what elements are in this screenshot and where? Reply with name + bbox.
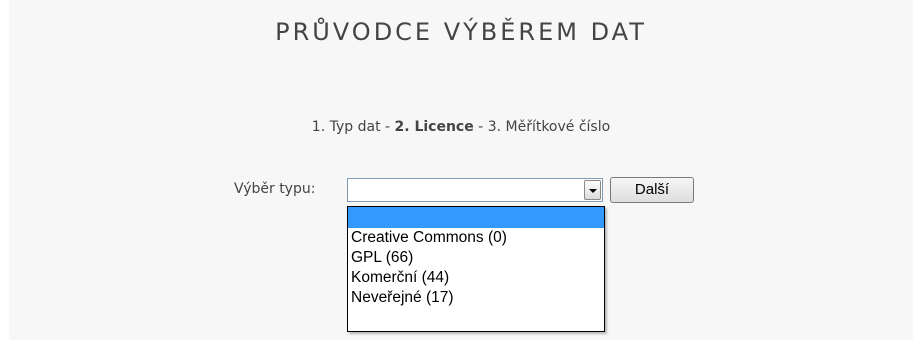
dropdown-option-private[interactable]: Neveřejné (17) [348,288,604,308]
next-button[interactable]: Další [610,177,694,203]
page-title: PRŮVODCE VÝBĚREM DAT [275,18,647,46]
dropdown-option-creative-commons[interactable]: Creative Commons (0) [348,228,604,248]
dropdown-option-empty[interactable] [348,207,604,228]
wizard-steps: 1. Typ dat - 2. Licence - 3. Měřítkové č… [0,119,922,135]
step-scale: 3. Měřítkové číslo [487,119,611,135]
step-separator: - [473,119,488,135]
dropdown-option-commercial[interactable]: Komerční (44) [348,268,604,288]
type-dropdown-list: Creative Commons (0) GPL (66) Komerční (… [347,206,605,332]
dropdown-option-gpl[interactable]: GPL (66) [348,248,604,268]
step-separator: - [380,119,395,135]
step-license-current: 2. Licence [394,119,474,135]
type-select[interactable] [347,178,603,202]
type-select-label: Výběr typu: [234,181,316,197]
step-type: 1. Typ dat [311,119,381,135]
chevron-down-icon[interactable] [584,180,601,200]
